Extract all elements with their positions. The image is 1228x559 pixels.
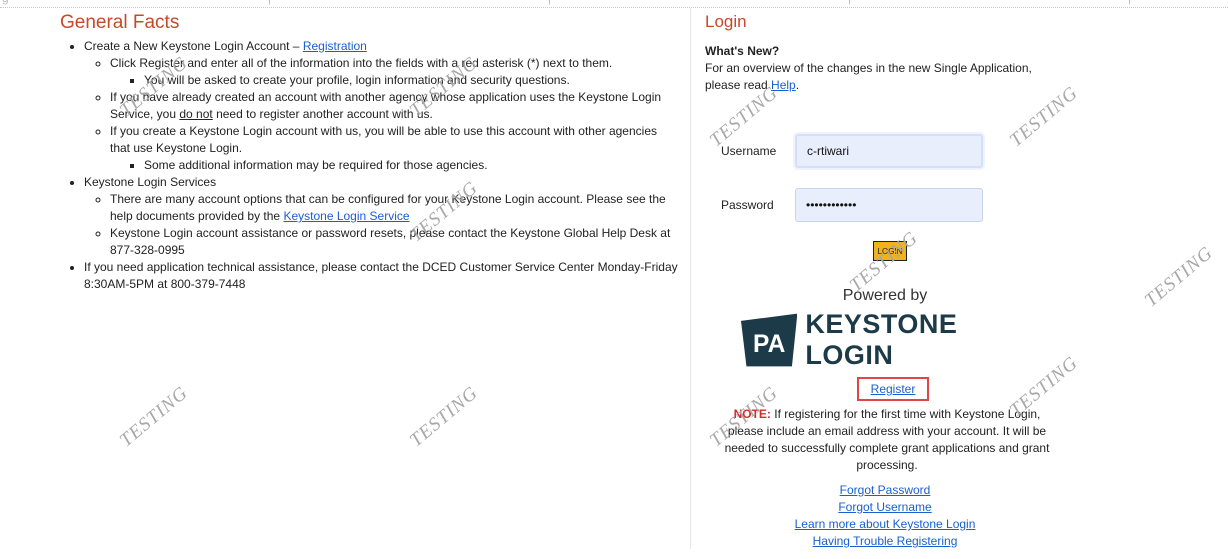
list-item: If you need application technical assist… <box>84 259 680 293</box>
help-links: Forgot Password Forgot Username Learn mo… <box>705 482 1065 550</box>
whats-new-text: For an overview of the changes in the ne… <box>705 60 1065 94</box>
learn-more-link[interactable]: Learn more about Keystone Login <box>795 517 976 531</box>
watermark: TESTING <box>1140 242 1218 312</box>
forgot-password-link[interactable]: Forgot Password <box>840 483 931 497</box>
top-dotted-rule: g | | | | <box>0 0 1228 8</box>
help-link[interactable]: Help <box>771 78 796 92</box>
note-label: NOTE: <box>733 407 771 421</box>
top-fragment: g <box>2 0 9 5</box>
whats-new-end: . <box>795 78 800 92</box>
whats-new-body: For an overview of the changes in the ne… <box>705 61 1032 92</box>
column-divider <box>690 8 691 549</box>
register-highlight-box: Register <box>857 377 929 401</box>
list-item: You will be asked to create your profile… <box>144 72 680 89</box>
powered-by-text: Powered by <box>842 287 928 304</box>
fact-text: need to register another account with us… <box>212 107 433 121</box>
keystone-login-logo: PA KEYSTONE LOGIN <box>741 309 1031 370</box>
forgot-username-link[interactable]: Forgot Username <box>838 500 931 514</box>
list-item: Create a New Keystone Login Account – Re… <box>84 38 680 174</box>
list-item: Some additional information may be requi… <box>144 157 680 174</box>
username-row: Username <box>705 134 983 168</box>
logo-mark: PA <box>753 331 786 358</box>
username-input[interactable] <box>795 134 983 168</box>
login-button[interactable]: LOGIN <box>873 241 907 261</box>
trouble-registering-link[interactable]: Having Trouble Registering <box>813 534 958 548</box>
logo-brand-text: KEYSTONE LOGIN <box>805 309 958 370</box>
username-label: Username <box>721 144 777 158</box>
list-item: If you create a Keystone Login account w… <box>110 123 680 174</box>
top-fragment: | <box>1128 0 1131 5</box>
fact-text: If you create a Keystone Login account w… <box>110 124 657 155</box>
registration-note: NOTE: If registering for the first time … <box>715 406 1059 474</box>
whats-new-heading: What's New? <box>705 44 780 58</box>
list-item: Keystone Login account assistance or pas… <box>110 225 680 259</box>
top-fragment: | <box>268 0 271 5</box>
login-heading: Login <box>705 12 747 31</box>
pa-keystone-icon: PA <box>741 313 798 367</box>
password-input[interactable] <box>795 188 983 222</box>
fact-text: Create a New Keystone Login Account – <box>84 39 303 53</box>
list-item: If you have already created an account w… <box>110 89 680 123</box>
general-facts-heading: General Facts <box>60 12 180 33</box>
login-panel: Login What's New? For an overview of the… <box>705 12 1065 548</box>
emphasis-text: do not <box>179 107 213 121</box>
list-item: Click Register and enter all of the info… <box>110 55 680 89</box>
password-row: Password <box>705 188 983 222</box>
fact-text: Click Register and enter all of the info… <box>110 56 613 70</box>
list-item: There are many account options that can … <box>110 191 680 225</box>
register-link[interactable]: Register <box>871 382 916 396</box>
password-label: Password <box>721 198 774 212</box>
keystone-login-service-link[interactable]: Keystone Login Service <box>283 209 409 223</box>
top-fragment: | <box>848 0 851 5</box>
note-text: If registering for the first time with K… <box>724 407 1050 472</box>
facts-list: Create a New Keystone Login Account – Re… <box>60 38 680 293</box>
registration-link[interactable]: Registration <box>303 39 367 53</box>
watermark: TESTING <box>405 382 483 452</box>
top-fragment: | <box>548 0 551 5</box>
general-facts-section: General Facts Create a New Keystone Logi… <box>60 12 680 293</box>
fact-text: Keystone Login Services <box>84 175 217 189</box>
watermark: TESTING <box>115 382 193 452</box>
list-item: Keystone Login Services There are many a… <box>84 174 680 259</box>
